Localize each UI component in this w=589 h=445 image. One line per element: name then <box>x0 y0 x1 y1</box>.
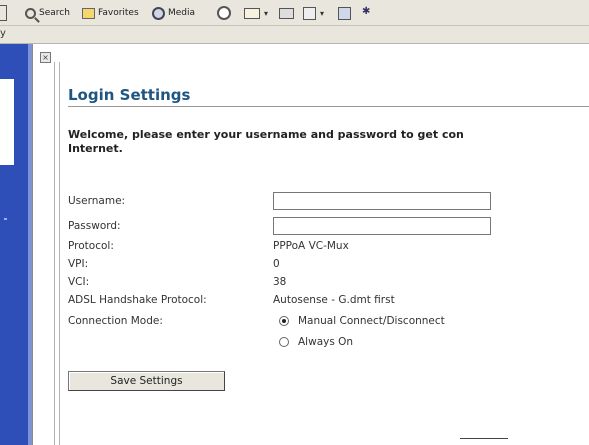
research-button[interactable]: ✱ <box>362 4 381 22</box>
search-icon <box>25 7 36 19</box>
sidebar-highlight <box>0 79 14 165</box>
media-icon <box>152 6 165 20</box>
media-button-label: Media <box>168 8 196 18</box>
mail-icon <box>244 7 260 19</box>
research-icon: ✱ <box>362 6 371 17</box>
address-bar-text: y <box>0 28 6 39</box>
password-label: Password: <box>68 220 121 232</box>
content-edge <box>54 62 60 445</box>
favorites-button[interactable]: Favorites <box>82 4 139 22</box>
bottom-divider <box>460 438 508 439</box>
search-button[interactable]: Search <box>25 4 70 22</box>
username-label: Username: <box>68 195 126 207</box>
print-button[interactable] <box>279 4 297 22</box>
chevron-down-icon: ▾ <box>264 8 269 18</box>
protocol-value: PPPoA VC-Mux <box>273 240 349 252</box>
welcome-line-1: Welcome, please enter your username and … <box>68 128 464 141</box>
sidebar-marker <box>4 218 7 220</box>
close-icon[interactable]: × <box>40 52 51 63</box>
welcome-message: Welcome, please enter your username and … <box>68 128 589 156</box>
radio-manual-connect[interactable] <box>279 316 289 326</box>
vpi-label: VPI: <box>68 258 89 270</box>
history-button[interactable] <box>217 4 234 22</box>
password-field[interactable] <box>273 217 491 235</box>
title-divider <box>68 106 589 107</box>
address-bar: y <box>0 26 589 44</box>
connection-mode-label: Connection Mode: <box>68 315 163 327</box>
page-frame: × Login Settings Welcome, please enter y… <box>32 44 589 445</box>
vci-label: VCI: <box>68 276 90 288</box>
print-icon <box>279 7 294 19</box>
page-title: Login Settings <box>68 86 191 104</box>
radio-always-on[interactable] <box>279 337 289 347</box>
discuss-button[interactable] <box>338 4 354 22</box>
protocol-label: Protocol: <box>68 240 114 252</box>
username-field[interactable] <box>273 192 491 210</box>
edit-icon <box>303 6 316 20</box>
save-settings-button[interactable]: Save Settings <box>68 371 225 391</box>
adsl-handshake-label: ADSL Handshake Protocol: <box>68 294 207 306</box>
connection-mode-option-always-on[interactable]: Always On <box>279 336 353 348</box>
mail-button[interactable]: ▾ <box>244 4 268 22</box>
favorites-button-label: Favorites <box>98 8 139 18</box>
chevron-down-icon: ▾ <box>320 8 325 18</box>
welcome-line-2: Internet. <box>68 142 123 155</box>
edit-button[interactable]: ▾ <box>303 4 324 22</box>
search-button-label: Search <box>39 8 70 18</box>
browser-toolbar: Search Favorites Media ▾ ▾ ✱ <box>0 0 589 26</box>
sidebar-panel <box>0 44 32 445</box>
history-icon <box>217 6 231 20</box>
favorites-icon <box>82 7 95 19</box>
vpi-value: 0 <box>273 258 280 270</box>
discuss-icon <box>338 6 351 20</box>
media-button[interactable]: Media <box>152 4 195 22</box>
connection-mode-option-manual[interactable]: Manual Connect/Disconnect <box>279 315 445 327</box>
radio-always-on-label: Always On <box>298 336 354 348</box>
radio-manual-connect-label: Manual Connect/Disconnect <box>298 315 445 327</box>
back-edge-icon[interactable] <box>0 4 10 22</box>
vci-value: 38 <box>273 276 287 288</box>
adsl-handshake-value: Autosense - G.dmt first <box>273 294 395 306</box>
